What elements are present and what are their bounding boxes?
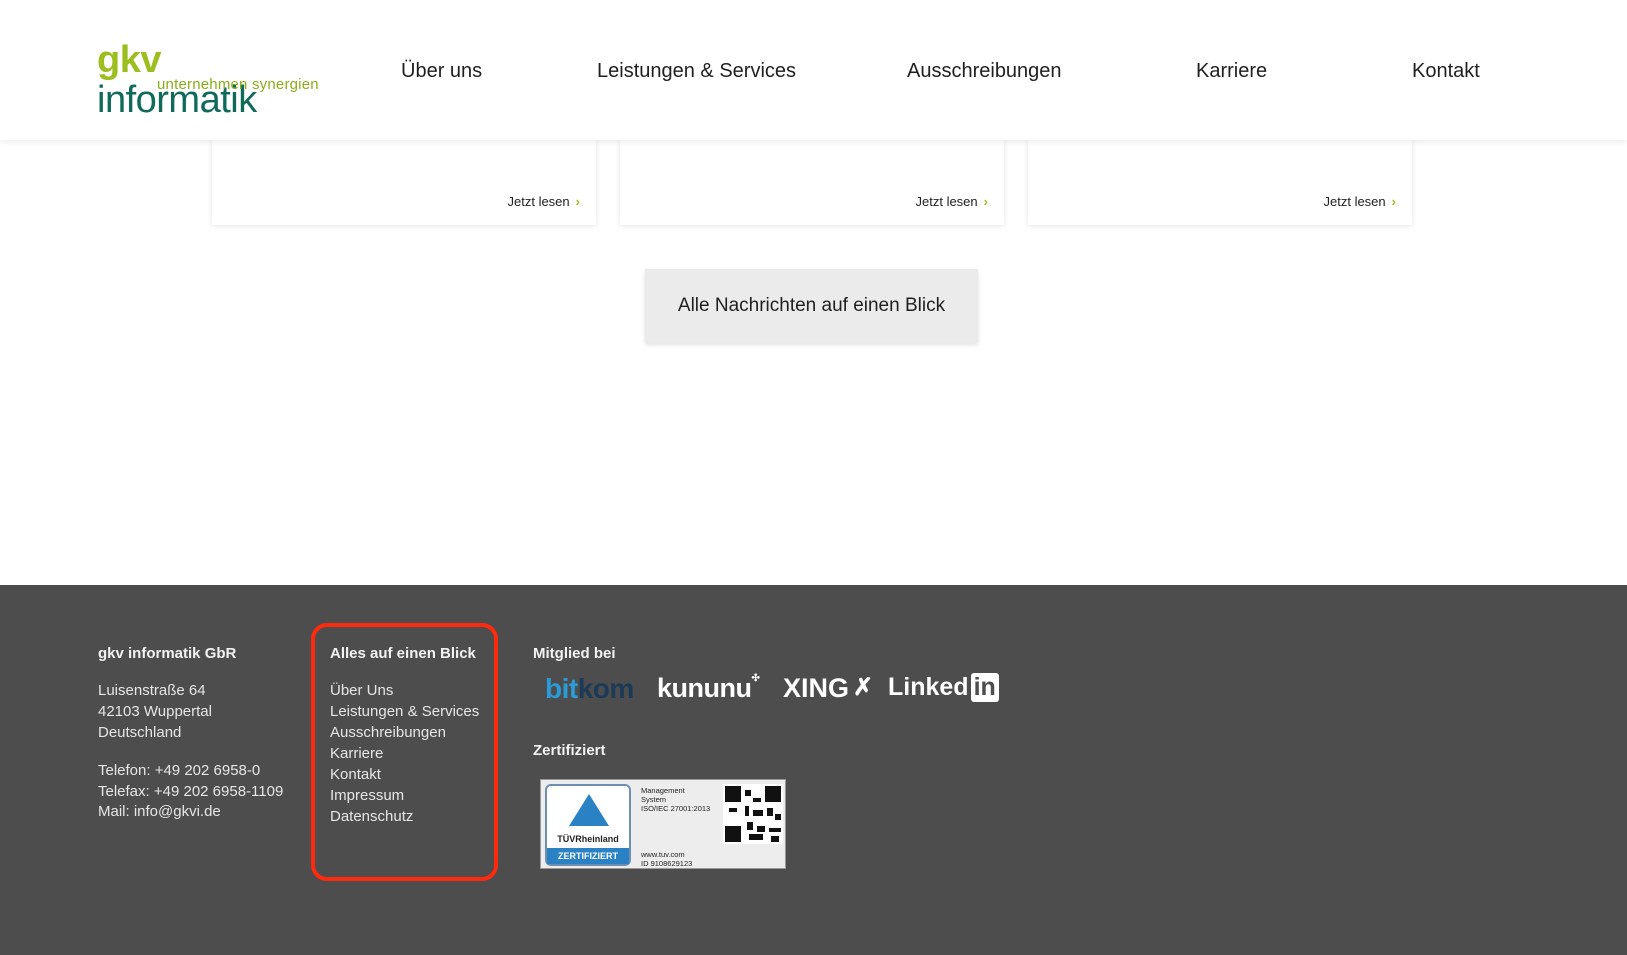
read-more-link[interactable]: Jetzt lesen › [916, 194, 989, 209]
gkv-logo[interactable]: gkv informatik unternehmen synergien [97, 39, 322, 120]
tuv-badge: TÜVRheinland ZERTIFIZIERT [545, 784, 631, 866]
mail-link[interactable]: Mail: info@gkvi.de [98, 801, 221, 822]
tuv-triangle-icon [569, 794, 609, 826]
member-title: Mitglied bei [533, 645, 616, 662]
nav-karriere[interactable]: Karriere [1196, 60, 1267, 83]
nav-ueber-uns[interactable]: Über uns [401, 60, 482, 83]
nav-leistungen-services[interactable]: Leistungen & Services [597, 60, 796, 83]
logo-tagline: unternehmen synergien [157, 76, 319, 93]
site-header: gkv informatik unternehmen synergien Übe… [0, 0, 1627, 140]
chevron-right-icon: › [983, 194, 988, 209]
highlight-frame [311, 623, 498, 881]
nav-ausschreibungen[interactable]: Ausschreibungen [907, 60, 1062, 83]
logo-brand-short: gkv [97, 39, 161, 81]
address-city: 42103 Wuppertal [98, 703, 212, 720]
address-street: Luisenstraße 64 [98, 682, 206, 699]
bitkom-logo[interactable]: bitkom [545, 673, 634, 705]
nav-kontakt[interactable]: Kontakt [1412, 60, 1480, 83]
certified-title: Zertifiziert [533, 742, 606, 759]
read-more-link[interactable]: Jetzt lesen › [508, 194, 581, 209]
xing-logo[interactable]: XING ✗ [783, 673, 873, 704]
qr-code-icon [723, 784, 783, 844]
news-card: Jetzt lesen › [212, 128, 596, 225]
read-more-link[interactable]: Jetzt lesen › [1324, 194, 1397, 209]
chevron-right-icon: › [575, 194, 580, 209]
tuv-certificate[interactable]: TÜVRheinland ZERTIFIZIERT Management Sys… [540, 779, 786, 869]
all-news-button[interactable]: Alle Nachrichten auf einen Blick [645, 269, 978, 343]
fax-number: Telefax: +49 202 6958-1109 [98, 783, 284, 800]
kununu-logo[interactable]: kununu✣ [657, 673, 760, 704]
news-card: Jetzt lesen › [620, 128, 1004, 225]
news-card: Jetzt lesen › [1028, 128, 1412, 225]
company-title: gkv informatik GbR [98, 645, 237, 662]
address-country: Deutschland [98, 724, 182, 741]
phone-number: Telefon: +49 202 6958-0 [98, 762, 261, 779]
chevron-right-icon: › [1391, 194, 1396, 209]
linkedin-logo[interactable]: Linked in [888, 673, 999, 702]
